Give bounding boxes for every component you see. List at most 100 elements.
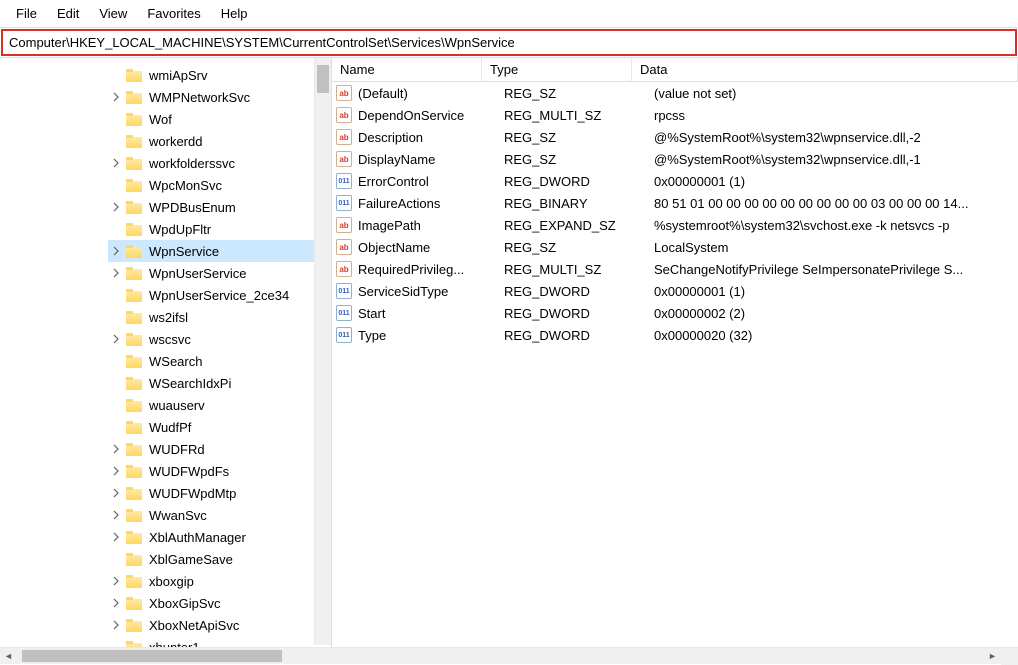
chevron-right-icon[interactable] xyxy=(108,89,124,105)
tree-item-label: WPDBusEnum xyxy=(146,199,239,216)
tree-item[interactable]: WudfPf xyxy=(108,416,331,438)
tree-item[interactable]: Wof xyxy=(108,108,331,130)
value-type: REG_EXPAND_SZ xyxy=(504,218,654,233)
tree-item[interactable]: workerdd xyxy=(108,130,331,152)
tree-item[interactable]: wmiApSrv xyxy=(108,64,331,86)
chevron-right-icon[interactable] xyxy=(108,507,124,523)
tree-item[interactable]: XboxGipSvc xyxy=(108,592,331,614)
tree-item[interactable]: WSearch xyxy=(108,350,331,372)
value-row[interactable]: 011ServiceSidTypeREG_DWORD0x00000001 (1) xyxy=(332,280,1018,302)
folder-icon xyxy=(126,619,142,632)
tree-item[interactable]: workfolderssvc xyxy=(108,152,331,174)
values-panel: Name Type Data ab(Default)REG_SZ(value n… xyxy=(332,58,1018,662)
chevron-right-icon[interactable] xyxy=(108,331,124,347)
tree-horizontal-scrollbar[interactable]: ◄ ► xyxy=(0,647,1018,664)
tree-item[interactable]: XblAuthManager xyxy=(108,526,331,548)
value-row[interactable]: abDescriptionREG_SZ@%SystemRoot%\system3… xyxy=(332,126,1018,148)
value-name: ServiceSidType xyxy=(358,284,504,299)
tree-item[interactable]: WpdUpFltr xyxy=(108,218,331,240)
value-data: %systemroot%\system32\svchost.exe -k net… xyxy=(654,218,1018,233)
chevron-right-icon[interactable] xyxy=(108,617,124,633)
binary-value-icon: 011 xyxy=(336,173,352,189)
value-row[interactable]: 011ErrorControlREG_DWORD0x00000001 (1) xyxy=(332,170,1018,192)
menu-file[interactable]: File xyxy=(6,3,47,24)
value-row[interactable]: abObjectNameREG_SZLocalSystem xyxy=(332,236,1018,258)
tree-item-label: WUDFWpdFs xyxy=(146,463,232,480)
tree-item-label: WpdUpFltr xyxy=(146,221,214,238)
value-row[interactable]: 011FailureActionsREG_BINARY80 51 01 00 0… xyxy=(332,192,1018,214)
folder-icon xyxy=(126,69,142,82)
value-data: (value not set) xyxy=(654,86,1018,101)
chevron-right-icon[interactable] xyxy=(108,573,124,589)
value-name: ErrorControl xyxy=(358,174,504,189)
value-row[interactable]: abDependOnServiceREG_MULTI_SZrpcss xyxy=(332,104,1018,126)
chevron-right-icon[interactable] xyxy=(108,485,124,501)
menubar: File Edit View Favorites Help xyxy=(0,0,1018,28)
tree-item[interactable]: WpcMonSvc xyxy=(108,174,331,196)
value-row[interactable]: 011TypeREG_DWORD0x00000020 (32) xyxy=(332,324,1018,346)
menu-view[interactable]: View xyxy=(89,3,137,24)
value-data: rpcss xyxy=(654,108,1018,123)
folder-icon xyxy=(126,223,142,236)
value-row[interactable]: abRequiredPrivileg...REG_MULTI_SZSeChang… xyxy=(332,258,1018,280)
tree-item[interactable]: WwanSvc xyxy=(108,504,331,526)
value-data: LocalSystem xyxy=(654,240,1018,255)
tree-item[interactable]: wscsvc xyxy=(108,328,331,350)
value-row[interactable]: abImagePathREG_EXPAND_SZ%systemroot%\sys… xyxy=(332,214,1018,236)
tree-item[interactable]: WpnUserService_2ce34 xyxy=(108,284,331,306)
tree-item[interactable]: WMPNetworkSvc xyxy=(108,86,331,108)
value-row[interactable]: abDisplayNameREG_SZ@%SystemRoot%\system3… xyxy=(332,148,1018,170)
chevron-right-icon[interactable] xyxy=(108,595,124,611)
folder-icon xyxy=(126,487,142,500)
chevron-right-icon[interactable] xyxy=(108,529,124,545)
tree-item[interactable]: WpnUserService xyxy=(108,262,331,284)
column-header-name[interactable]: Name xyxy=(332,58,482,81)
chevron-right-icon[interactable] xyxy=(108,243,124,259)
address-bar[interactable]: Computer\HKEY_LOCAL_MACHINE\SYSTEM\Curre… xyxy=(1,29,1017,56)
tree-item[interactable]: WUDFRd xyxy=(108,438,331,460)
tree-item-label: wmiApSrv xyxy=(146,67,211,84)
folder-icon xyxy=(126,157,142,170)
scroll-left-button[interactable]: ◄ xyxy=(0,648,17,664)
tree-item[interactable]: ws2ifsl xyxy=(108,306,331,328)
string-value-icon: ab xyxy=(336,261,352,277)
values-header: Name Type Data xyxy=(332,58,1018,82)
value-type: REG_MULTI_SZ xyxy=(504,108,654,123)
scrollbar-thumb[interactable] xyxy=(22,650,282,662)
tree-item[interactable]: wuauserv xyxy=(108,394,331,416)
tree-item[interactable]: WUDFWpdFs xyxy=(108,460,331,482)
value-name: Description xyxy=(358,130,504,145)
value-row[interactable]: 011StartREG_DWORD0x00000002 (2) xyxy=(332,302,1018,324)
menu-help[interactable]: Help xyxy=(211,3,258,24)
tree-item[interactable]: xboxgip xyxy=(108,570,331,592)
tree-item[interactable]: XblGameSave xyxy=(108,548,331,570)
column-header-type[interactable]: Type xyxy=(482,58,632,81)
chevron-right-icon[interactable] xyxy=(108,463,124,479)
chevron-right-icon[interactable] xyxy=(108,199,124,215)
tree-item[interactable]: WpnService xyxy=(108,240,331,262)
tree-item[interactable]: XboxNetApiSvc xyxy=(108,614,331,636)
column-header-data[interactable]: Data xyxy=(632,58,1018,81)
menu-favorites[interactable]: Favorites xyxy=(137,3,210,24)
tree-item-label: XboxNetApiSvc xyxy=(146,617,242,634)
chevron-right-icon[interactable] xyxy=(108,441,124,457)
tree-item[interactable]: WPDBusEnum xyxy=(108,196,331,218)
scrollbar-corner xyxy=(1001,648,1018,665)
chevron-right-icon[interactable] xyxy=(108,265,124,281)
value-type: REG_MULTI_SZ xyxy=(504,262,654,277)
value-data: SeChangeNotifyPrivilege SeImpersonatePri… xyxy=(654,262,1018,277)
scrollbar-thumb[interactable] xyxy=(317,65,329,93)
tree-vertical-scrollbar[interactable] xyxy=(314,58,331,645)
value-row[interactable]: ab(Default)REG_SZ(value not set) xyxy=(332,82,1018,104)
tree-item-label: XblGameSave xyxy=(146,551,236,568)
tree-item-label: WwanSvc xyxy=(146,507,210,524)
tree-item-label: wscsvc xyxy=(146,331,194,348)
value-name: DependOnService xyxy=(358,108,504,123)
value-type: REG_SZ xyxy=(504,152,654,167)
chevron-right-icon[interactable] xyxy=(108,155,124,171)
tree-item[interactable]: WUDFWpdMtp xyxy=(108,482,331,504)
value-data: 0x00000001 (1) xyxy=(654,174,1018,189)
menu-edit[interactable]: Edit xyxy=(47,3,89,24)
tree-item[interactable]: WSearchIdxPi xyxy=(108,372,331,394)
scroll-right-button[interactable]: ► xyxy=(984,648,1001,664)
